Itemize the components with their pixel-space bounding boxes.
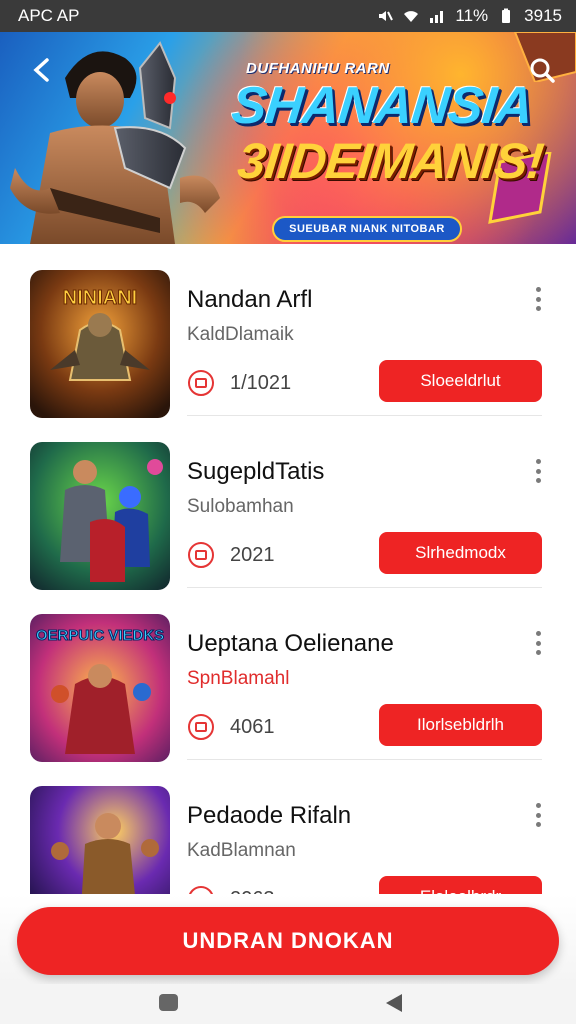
banner-pill-button[interactable]: SUEUBAR NIANK NITOBAR bbox=[272, 216, 462, 242]
status-bar: APC AP 11% 3915 bbox=[0, 0, 576, 32]
more-options-button[interactable] bbox=[528, 284, 548, 314]
game-title: SugepldTatis bbox=[187, 458, 325, 485]
game-art-image bbox=[30, 442, 170, 590]
game-thumbnail[interactable] bbox=[30, 442, 170, 590]
primary-action-button[interactable]: UNDRAN DNOKAN bbox=[17, 907, 559, 975]
game-action-button[interactable]: Ilorlsebldrlh bbox=[379, 704, 542, 746]
hero-banner: DUFHANIHU RARN SHANANSIA 3IIDEIMANIS! SU… bbox=[0, 32, 576, 244]
system-nav-bar bbox=[0, 984, 576, 1024]
game-title: Nandan Arfl bbox=[187, 286, 313, 313]
list-item[interactable]: Pedaode Rifaln KadBlamnan 2063 Elaleelhr… bbox=[0, 760, 576, 896]
game-list: NINIANI Nandan Arfl KaldDlamaik 1/1021 S… bbox=[0, 244, 576, 896]
game-action-button[interactable]: Sloeeldrlut bbox=[379, 360, 542, 402]
game-title: Pedaode Rifaln bbox=[187, 802, 352, 829]
game-action-button[interactable]: Elaleelhrdr bbox=[379, 876, 542, 896]
list-item[interactable]: SugepldTatis Sulobamhan 2021 Slrhedmodx bbox=[0, 416, 576, 590]
calendar-icon bbox=[188, 714, 214, 740]
banner-title-line2: 3IIDEIMANIS! bbox=[235, 133, 546, 189]
thumb-title: NINIANI bbox=[63, 287, 137, 309]
status-time: 3915 bbox=[524, 6, 562, 25]
more-options-button[interactable] bbox=[528, 628, 548, 658]
banner-title-line1: SHANANSIA bbox=[228, 77, 536, 135]
calendar-icon bbox=[188, 542, 214, 568]
back-triangle-icon[interactable] bbox=[386, 994, 402, 1012]
game-art-image bbox=[30, 786, 170, 896]
status-icons: 11% 3915 bbox=[377, 6, 562, 26]
calendar-icon bbox=[188, 370, 214, 396]
game-thumbnail[interactable] bbox=[30, 786, 170, 896]
game-thumbnail[interactable]: OERPUIC VIEDKS bbox=[30, 614, 170, 762]
game-thumbnail[interactable]: NINIANI bbox=[30, 270, 170, 418]
thumb-title: OERPUIC VIEDKS bbox=[36, 627, 164, 644]
game-year: 2021 bbox=[230, 544, 275, 566]
battery-icon bbox=[502, 8, 511, 23]
chevron-left-icon bbox=[33, 58, 49, 82]
game-title: Ueptana Oelienane bbox=[187, 630, 394, 657]
battery-percent: 11% bbox=[455, 6, 489, 25]
home-square-icon[interactable] bbox=[159, 994, 178, 1011]
signal-icon bbox=[430, 11, 444, 23]
list-item[interactable]: NINIANI Nandan Arfl KaldDlamaik 1/1021 S… bbox=[0, 244, 576, 418]
game-subtitle: KaldDlamaik bbox=[187, 324, 294, 345]
list-item[interactable]: OERPUIC VIEDKS Ueptana Oelienane SpnBlam… bbox=[0, 588, 576, 762]
wifi-icon bbox=[404, 11, 419, 22]
game-year: 1/1021 bbox=[230, 372, 292, 394]
more-options-button[interactable] bbox=[528, 456, 548, 486]
game-action-button[interactable]: Slrhedmodx bbox=[379, 532, 542, 574]
back-button[interactable] bbox=[22, 50, 62, 90]
game-year: 4061 bbox=[230, 716, 275, 738]
game-subtitle: KadBlamnan bbox=[187, 840, 296, 861]
mute-icon bbox=[379, 11, 394, 21]
more-options-button[interactable] bbox=[528, 800, 548, 830]
game-art-image: OERPUIC VIEDKS bbox=[30, 614, 170, 762]
banner-kicker: DUFHANIHU RARN bbox=[246, 60, 390, 77]
game-subtitle: Sulobamhan bbox=[187, 496, 294, 517]
game-art-image: NINIANI bbox=[30, 270, 170, 418]
status-left-text: APC AP bbox=[18, 6, 80, 25]
game-subtitle: SpnBlamahl bbox=[187, 668, 290, 689]
